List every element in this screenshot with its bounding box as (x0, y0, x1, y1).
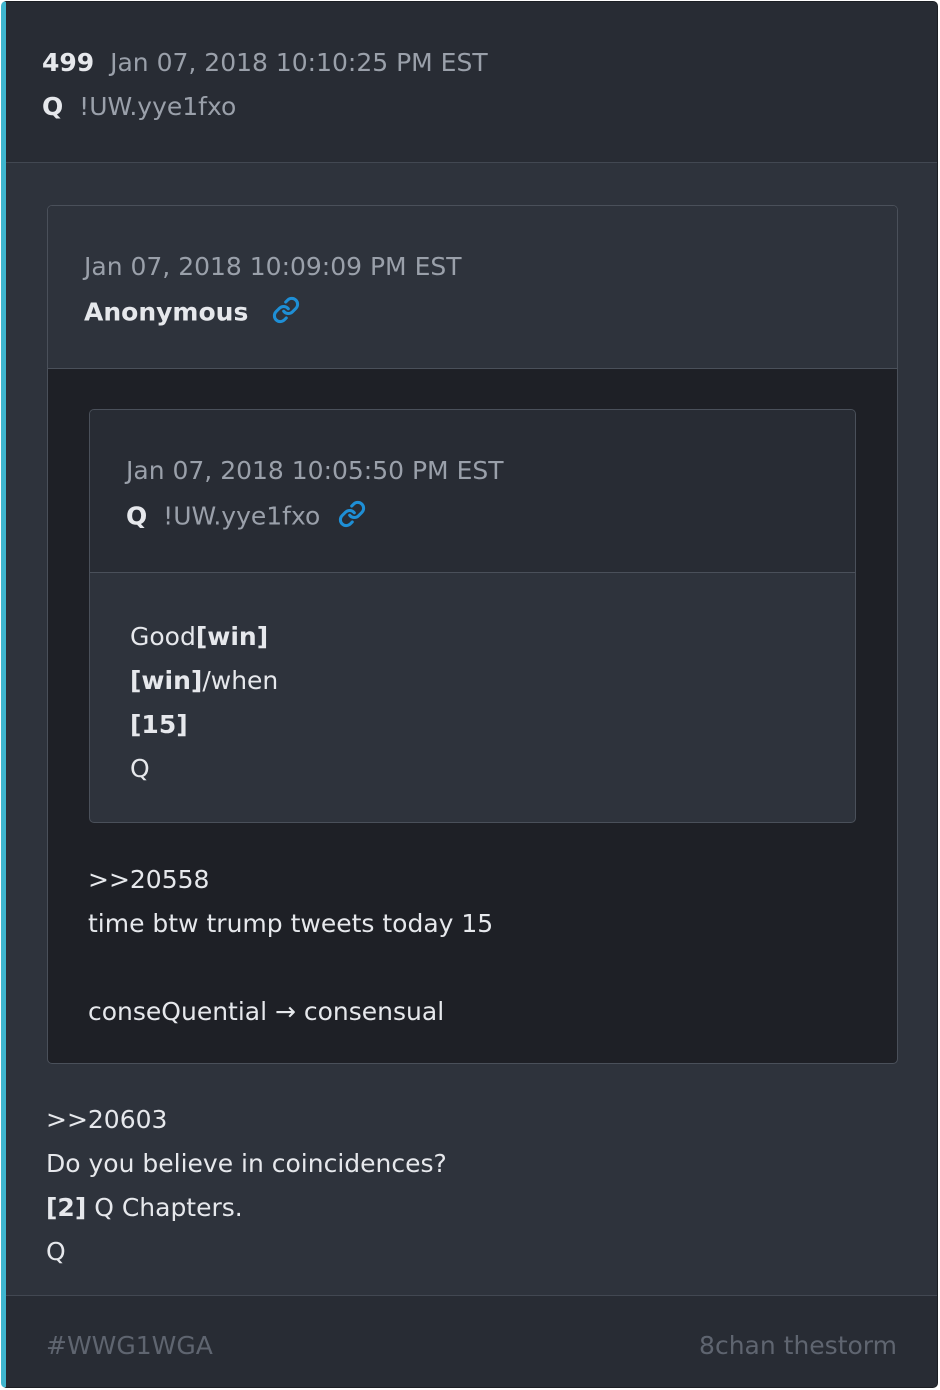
nested-quoted-post: Jan 07, 2018 10:05:50 PM EST Q !UW.yye1f… (89, 409, 856, 823)
nested-quote-timestamp: Jan 07, 2018 10:05:50 PM EST (126, 456, 504, 485)
nested-quote-body-line: [win]/when (130, 666, 279, 695)
post-number: 499 (42, 48, 95, 77)
post-reply-link[interactable]: >>20603 (46, 1105, 167, 1135)
post-footer: #WWG1WGA 8chan thestorm (6, 1295, 937, 1387)
post-body-line: [2] Q Chapters. (46, 1193, 243, 1222)
post-tripcode: !UW.yye1fxo (79, 92, 237, 121)
quoted-post-body-line: time btw trump tweets today 15 (88, 909, 494, 938)
post-header: 499 Jan 07, 2018 10:10:25 PM EST Q !UW.y… (6, 2, 937, 163)
post-body-line: Q (46, 1237, 66, 1266)
nested-quote-tripcode: !UW.yye1fxo (163, 501, 321, 531)
link-icon[interactable] (338, 500, 366, 535)
quoted-post-timestamp: Jan 07, 2018 10:09:09 PM EST (84, 252, 462, 281)
quoted-post-reply-link[interactable]: >>20558 (88, 865, 209, 895)
post-card: 499 Jan 07, 2018 10:10:25 PM EST Q !UW.y… (1, 1, 938, 1388)
post-body-line: Do you believe in coincidences? (46, 1149, 447, 1178)
nested-quote-author: Q (126, 501, 148, 531)
quoted-post: Jan 07, 2018 10:09:09 PM EST Anonymous J… (47, 205, 898, 1064)
post-author-line: Q !UW.yye1fxo (42, 92, 236, 122)
nested-quote-body-line: Q (130, 754, 150, 783)
hashtag-label: #WWG1WGA (46, 1331, 213, 1360)
quoted-post-body-line: conseQuential → consensual (88, 997, 445, 1026)
nested-quote-header: Jan 07, 2018 10:05:50 PM EST Q !UW.yye1f… (90, 410, 855, 573)
link-icon[interactable] (272, 296, 300, 331)
source-label: 8chan thestorm (699, 1331, 897, 1360)
post-meta-line: 499 Jan 07, 2018 10:10:25 PM EST (42, 48, 488, 78)
nested-quote-body-line: [15] (130, 710, 188, 739)
quoted-post-author: Anonymous (84, 297, 249, 327)
nested-quote-body-line: Good[win] (130, 622, 269, 651)
post-timestamp: Jan 07, 2018 10:10:25 PM EST (110, 48, 488, 77)
post-author: Q (42, 92, 64, 121)
quoted-post-header: Jan 07, 2018 10:09:09 PM EST Anonymous (48, 206, 897, 369)
